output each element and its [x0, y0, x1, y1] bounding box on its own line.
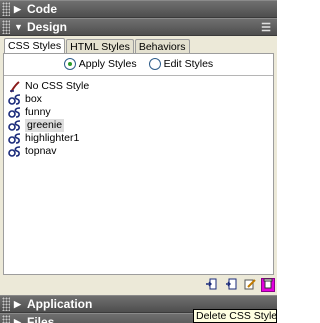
application-panel-title: Application: [27, 297, 93, 311]
tooltip: Delete CSS Style: [193, 309, 277, 323]
panel-grip-icon[interactable]: [2, 20, 10, 34]
tab-behaviors[interactable]: Behaviors: [134, 39, 190, 54]
style-mode-radio-group: Apply Styles Edit Styles: [4, 55, 273, 73]
edit-styles-label: Edit Styles: [163, 58, 214, 70]
style-item-label: No CSS Style: [25, 80, 90, 92]
style-item-label: highlighter1: [25, 132, 80, 144]
css-style-icon: [8, 93, 22, 106]
files-panel-title: Files: [27, 315, 55, 323]
attach-stylesheet-icon: [205, 278, 217, 293]
apply-styles-option[interactable]: Apply Styles: [63, 58, 137, 70]
css-style-icon: [8, 119, 22, 132]
panel-grip-icon[interactable]: [2, 2, 10, 16]
new-style-icon: [225, 278, 237, 293]
style-item-box[interactable]: box: [8, 93, 270, 106]
expand-arrow-icon[interactable]: ▶: [14, 317, 24, 323]
attach-stylesheet-button[interactable]: [204, 278, 218, 292]
panel-grip-icon[interactable]: [2, 315, 10, 323]
delete-style-icon: [263, 278, 273, 292]
edit-styles-radio[interactable]: [148, 58, 161, 70]
collapse-arrow-icon[interactable]: ▼: [14, 22, 24, 32]
css-styles-tab-page: Apply Styles Edit Styles No CSS Style bo…: [3, 53, 274, 275]
style-item-label: funny: [25, 106, 51, 118]
expand-arrow-icon[interactable]: ▶: [14, 4, 24, 15]
edit-styles-option[interactable]: Edit Styles: [148, 58, 214, 70]
design-panel-title: Design: [27, 20, 68, 34]
design-panel-header[interactable]: ▼ Design ☰: [0, 18, 277, 36]
style-item-no-css-style[interactable]: No CSS Style: [8, 80, 270, 93]
apply-styles-label: Apply Styles: [78, 58, 137, 70]
expand-arrow-icon[interactable]: ▶: [14, 299, 24, 310]
edit-style-icon: [244, 278, 256, 293]
style-item-funny[interactable]: funny: [8, 106, 270, 119]
style-item-label: greenie: [25, 119, 65, 132]
delete-style-button[interactable]: [261, 278, 275, 292]
css-style-icon: [8, 106, 22, 119]
css-style-icon: [8, 145, 22, 158]
code-panel-title: Code: [27, 2, 57, 16]
panel-grip-icon[interactable]: [2, 297, 10, 311]
edit-style-button[interactable]: [243, 278, 257, 292]
style-item-label: topnav: [25, 145, 57, 157]
no-style-icon: [8, 80, 22, 93]
style-item-label: box: [25, 93, 42, 105]
tab-css-styles[interactable]: CSS Styles: [4, 38, 66, 54]
style-item-greenie[interactable]: greenie: [8, 119, 270, 132]
css-style-icon: [8, 132, 22, 145]
tab-html-styles[interactable]: HTML Styles: [66, 39, 134, 54]
design-panel-body: CSS Styles HTML Styles Behaviors Apply S…: [0, 36, 277, 295]
new-style-button[interactable]: [224, 278, 238, 292]
css-style-list: No CSS Style box funny greenie highlight…: [8, 80, 270, 158]
code-panel-header[interactable]: ▶ Code: [0, 0, 277, 18]
style-toolbar: [0, 275, 277, 295]
style-item-topnav[interactable]: topnav: [8, 145, 270, 158]
apply-styles-radio[interactable]: [63, 58, 76, 70]
style-item-highlighter1[interactable]: highlighter1: [8, 132, 270, 145]
panel-tab-strip: CSS Styles HTML Styles Behaviors: [4, 38, 191, 54]
divider: [4, 75, 273, 76]
panel-options-menu-icon[interactable]: ☰: [261, 21, 271, 34]
